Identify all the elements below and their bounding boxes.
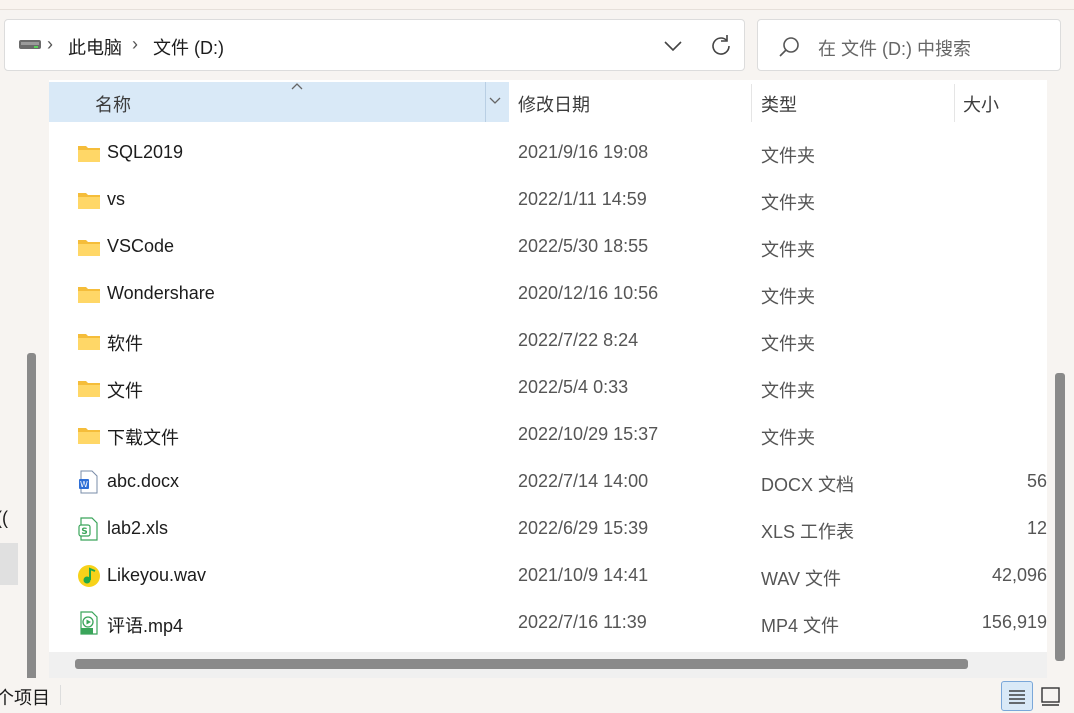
file-row[interactable]: VSCode 2022/5/30 18:55 文件夹 <box>49 223 1047 270</box>
address-bar[interactable]: › 此电脑 › 文件 (D:) <box>4 19 745 71</box>
column-header-name-label: 名称 <box>95 95 131 115</box>
file-modified: 2022/5/30 18:55 <box>518 236 649 256</box>
breadcrumb-separator-icon: › <box>132 34 138 54</box>
file-modified: 2022/5/4 0:33 <box>518 377 629 397</box>
svg-text:W: W <box>80 480 88 489</box>
file-row[interactable]: S lab2.xls 2022/6/29 15:39 XLS 工作表 12 <box>49 505 1047 552</box>
file-name: Wondershare <box>107 283 215 303</box>
file-type: 文件夹 <box>761 193 815 213</box>
item-count: 个项目 <box>0 688 50 708</box>
nav-item-partial[interactable]: (( <box>0 508 8 529</box>
file-type: 文件夹 <box>761 240 815 260</box>
file-name: 文件 <box>107 381 143 401</box>
spreadsheet-icon: S <box>78 517 98 541</box>
file-row[interactable]: vs 2022/1/11 14:59 文件夹 <box>49 176 1047 223</box>
file-name: SQL2019 <box>107 142 184 162</box>
search-input[interactable]: 在 文件 (D:) 中搜索 <box>818 35 971 61</box>
file-type: WAV 文件 <box>761 569 841 589</box>
file-size: 12 <box>1026 518 1047 538</box>
details-view-button[interactable] <box>1001 681 1033 711</box>
tiles-view-icon[interactable] <box>1038 684 1064 708</box>
title-strip <box>0 0 1074 10</box>
folder-icon <box>78 287 100 303</box>
file-modified: 2022/7/14 14:00 <box>518 471 649 491</box>
sort-ascending-icon <box>291 83 303 90</box>
column-divider <box>485 82 486 122</box>
breadcrumb-drive-d[interactable]: 文件 (D:) <box>153 34 224 60</box>
navigation-pane: (( <box>0 80 44 678</box>
file-row[interactable]: 下载文件 2022/10/29 15:37 文件夹 <box>49 411 1047 458</box>
file-row[interactable]: W abc.docx 2022/7/14 14:00 DOCX 文档 56 <box>49 458 1047 505</box>
file-modified: 2022/10/29 15:37 <box>518 424 659 444</box>
folder-icon <box>78 146 100 162</box>
column-header-modified[interactable]: 修改日期 <box>518 91 590 117</box>
file-type: XLS 工作表 <box>761 522 855 542</box>
file-type: 文件夹 <box>761 146 815 166</box>
file-row[interactable]: 软件 2022/7/22 8:24 文件夹 <box>49 317 1047 364</box>
file-modified: 2021/9/16 19:08 <box>518 142 649 162</box>
music-icon <box>78 565 100 587</box>
file-size: 156,919 <box>981 612 1047 632</box>
column-divider[interactable] <box>954 84 955 122</box>
file-modified: 2022/7/22 8:24 <box>518 330 639 350</box>
file-type: 文件夹 <box>761 334 815 354</box>
file-row[interactable]: 文件 2022/5/4 0:33 文件夹 <box>49 364 1047 411</box>
svg-text:S: S <box>81 527 87 537</box>
search-icon <box>779 37 799 57</box>
vertical-scrollbar-thumb[interactable] <box>1055 373 1065 661</box>
file-size: 42,096 <box>991 565 1047 585</box>
file-modified: 2022/6/29 15:39 <box>518 518 649 538</box>
file-row[interactable]: Wondershare 2020/12/16 10:56 文件夹 <box>49 270 1047 317</box>
status-divider <box>60 685 61 705</box>
word-document-icon: W <box>79 470 98 494</box>
search-box[interactable]: 在 文件 (D:) 中搜索 <box>757 19 1061 71</box>
file-type: 文件夹 <box>761 287 815 307</box>
details-view-icon <box>1009 690 1025 704</box>
file-row[interactable]: SQL2019 2021/9/16 19:08 文件夹 <box>49 129 1047 176</box>
file-name: Likeyou.wav <box>107 565 207 585</box>
column-header-row: 名称 修改日期 类型 大小 <box>49 82 1047 122</box>
folder-icon <box>78 428 100 444</box>
chevron-down-icon[interactable] <box>660 34 686 58</box>
file-modified: 2022/1/11 14:59 <box>518 189 647 209</box>
column-filter-chevron-icon[interactable] <box>489 97 501 105</box>
breadcrumb-this-pc[interactable]: 此电脑 <box>68 34 122 60</box>
video-icon <box>80 611 98 635</box>
file-list: 名称 修改日期 类型 大小 SQL2019 2021/9/16 19:08 文件… <box>49 80 1047 678</box>
folder-icon <box>78 334 100 350</box>
file-name: vs <box>107 189 125 209</box>
column-header-name[interactable]: 名称 <box>49 82 509 122</box>
nav-scrollbar[interactable] <box>27 353 36 678</box>
file-modified: 2022/7/16 11:39 <box>518 612 647 632</box>
file-type: DOCX 文档 <box>761 475 855 495</box>
breadcrumb-separator-icon: › <box>47 34 53 54</box>
file-type: 文件夹 <box>761 381 815 401</box>
file-type: 文件夹 <box>761 428 815 448</box>
file-name: 评语.mp4 <box>107 616 184 636</box>
file-type: MP4 文件 <box>761 616 840 636</box>
file-size: 56 <box>1026 471 1047 491</box>
folder-icon <box>78 240 100 256</box>
column-header-type[interactable]: 类型 <box>761 91 797 117</box>
column-divider[interactable] <box>751 84 752 122</box>
file-name: 下载文件 <box>107 428 179 448</box>
file-modified: 2021/10/9 14:41 <box>518 565 649 585</box>
file-modified: 2020/12/16 10:56 <box>518 283 659 303</box>
drive-icon <box>19 40 41 49</box>
file-name: VSCode <box>107 236 175 256</box>
file-row[interactable]: 评语.mp4 2022/7/16 11:39 MP4 文件 156,919 <box>49 599 1047 646</box>
refresh-icon[interactable] <box>707 32 735 60</box>
folder-icon <box>78 381 100 397</box>
file-row[interactable]: Likeyou.wav 2021/10/9 14:41 WAV 文件 42,09… <box>49 552 1047 599</box>
status-bar: 个项目 <box>0 679 1074 713</box>
horizontal-scrollbar-thumb[interactable] <box>75 659 968 669</box>
file-name: lab2.xls <box>107 518 169 538</box>
file-name: abc.docx <box>107 471 180 491</box>
nav-item-selected[interactable] <box>0 543 18 585</box>
folder-icon <box>78 193 100 209</box>
column-header-size[interactable]: 大小 <box>963 91 999 117</box>
file-name: 软件 <box>107 334 143 354</box>
